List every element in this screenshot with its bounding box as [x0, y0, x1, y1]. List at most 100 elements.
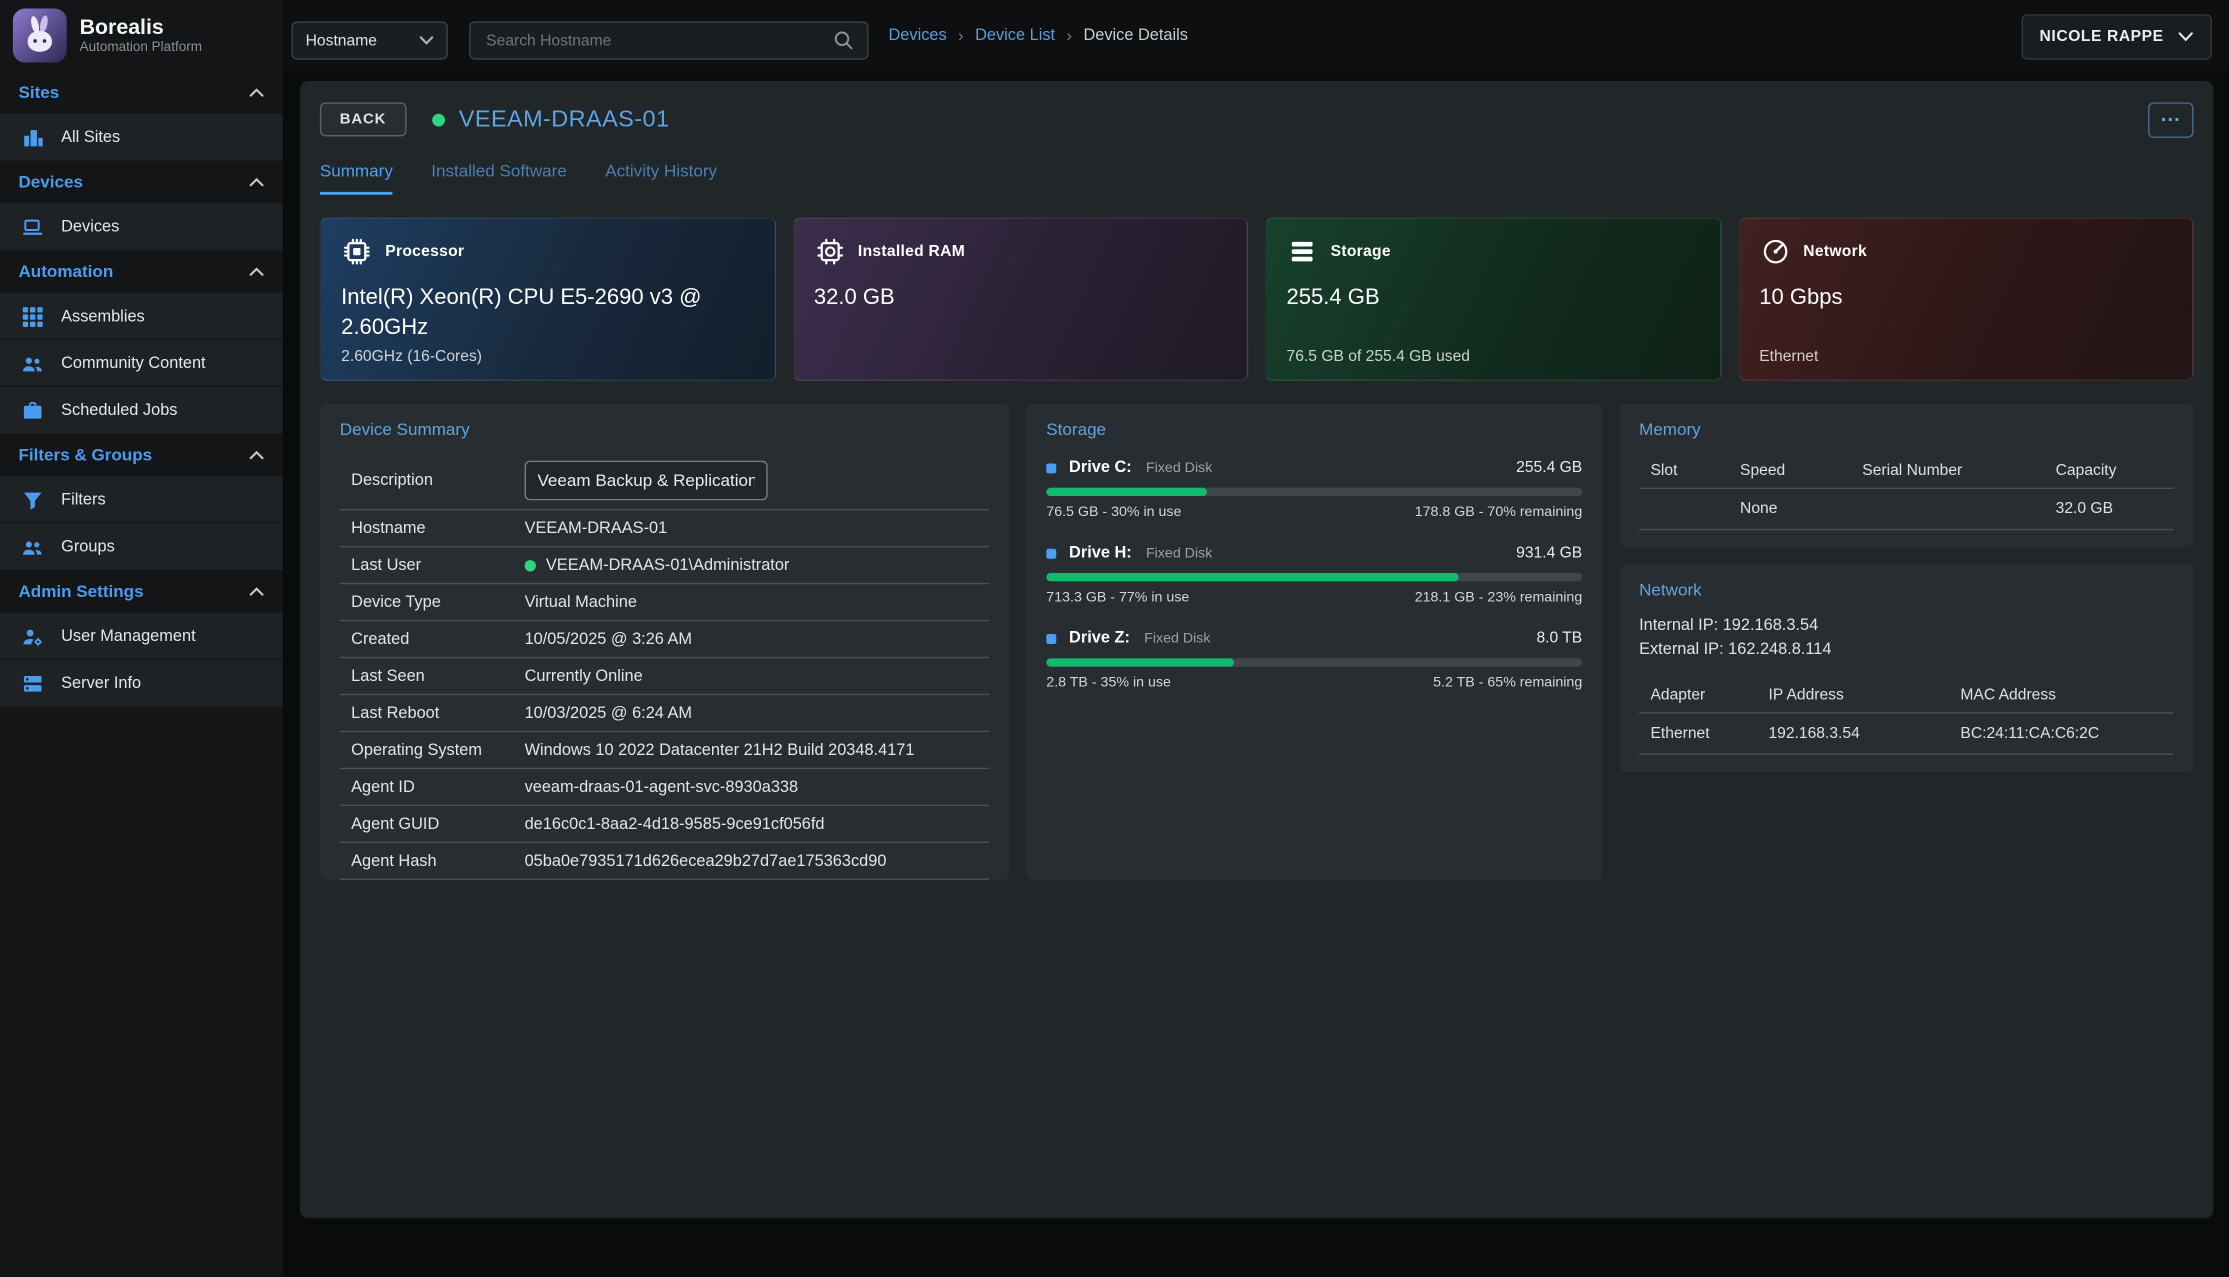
memory-table-row: None 32.0 GB: [1639, 489, 2174, 530]
drive-remaining-text: 5.2 TB - 65% remaining: [1433, 675, 1582, 691]
column-header: Adapter: [1650, 687, 1768, 704]
drive-type: Fixed Disk: [1146, 545, 1212, 561]
description-input[interactable]: [525, 460, 768, 500]
tab-summary[interactable]: Summary: [320, 161, 393, 195]
chevron-up-icon: [249, 176, 265, 187]
sidebar-item-label: Scheduled Jobs: [61, 402, 177, 419]
buildings-icon: [21, 126, 44, 149]
stat-label: Processor: [385, 243, 464, 260]
row-label: Last Seen: [351, 667, 524, 684]
tab-activity-history[interactable]: Activity History: [605, 161, 717, 195]
sidebar-item-groups[interactable]: Groups: [0, 523, 283, 570]
drive-used-text: 2.8 TB - 35% in use: [1046, 675, 1171, 691]
dropdown-value: Hostname: [306, 32, 377, 49]
drive-usage-bar: [1046, 573, 1582, 582]
section-label: Admin Settings: [18, 581, 143, 601]
summary-row-operating-system: Operating System Windows 10 2022 Datacen…: [340, 732, 990, 769]
people-icon: [21, 352, 44, 375]
right-column: Memory Slot Speed Serial Number Capacity…: [1619, 404, 2193, 773]
sidebar-item-devices[interactable]: Devices: [0, 203, 283, 250]
network-table: Adapter IP Address MAC Address Ethernet …: [1639, 679, 2174, 756]
column-header: Slot: [1650, 462, 1740, 479]
sidebar-item-label: User Management: [61, 628, 195, 645]
summary-row-agent-id: Agent ID veeam-draas-01-agent-svc-8930a3…: [340, 769, 990, 806]
sidebar-item-server-info[interactable]: Server Info: [0, 660, 283, 707]
cpu-icon: [341, 236, 372, 267]
brand-text: Borealis Automation Platform: [80, 15, 202, 55]
summary-row-device-type: Device Type Virtual Machine: [340, 584, 990, 621]
column-header: Serial Number: [1862, 462, 2055, 479]
back-button[interactable]: BACK: [320, 102, 406, 136]
search-icon[interactable]: [833, 30, 854, 51]
network-card: Network Internal IP: 192.168.3.54 Extern…: [1619, 564, 2193, 772]
drive-usage-fill: [1046, 488, 1207, 497]
drive-z: Drive Z: Fixed Disk 8.0 TB 2.8 TB - 35% …: [1046, 630, 1582, 691]
row-label: Created: [351, 630, 524, 647]
stat-value: 255.4 GB: [1287, 284, 1671, 314]
device-summary-card: Device Summary Description Hostname VEEA…: [320, 404, 1009, 880]
drive-usage-bar: [1046, 658, 1582, 667]
sidebar-item-scheduled-jobs[interactable]: Scheduled Jobs: [0, 387, 283, 434]
row-label: Agent Hash: [351, 852, 524, 869]
brand: Borealis Automation Platform: [0, 0, 283, 71]
drive-type: Fixed Disk: [1146, 460, 1212, 476]
filter-icon: [21, 488, 44, 511]
row-value: 05ba0e7935171d626ecea29b27d7ae175363cd90: [525, 852, 978, 869]
sidebar-item-label: Server Info: [61, 675, 141, 692]
briefcase-icon: [21, 399, 44, 422]
detail-panels: Device Summary Description Hostname VEEA…: [320, 404, 2194, 880]
row-label: Last Reboot: [351, 704, 524, 721]
row-value: VEEAM-DRAAS-01: [525, 520, 978, 537]
sidebar-section-admin-settings[interactable]: Admin Settings: [0, 570, 283, 613]
stat-card-processor: Processor Intel(R) Xeon(R) CPU E5-2690 v…: [320, 218, 776, 381]
app-root: Borealis Automation Platform Sites All S…: [0, 0, 2229, 1277]
drive-usage-fill: [1046, 573, 1459, 582]
brand-subtitle: Automation Platform: [80, 40, 202, 56]
hostname-filter-dropdown[interactable]: Hostname: [291, 21, 447, 59]
sidebar-item-assemblies[interactable]: Assemblies: [0, 293, 283, 340]
sidebar-section-devices[interactable]: Devices: [0, 161, 283, 204]
drive-list: Drive C: Fixed Disk 255.4 GB 76.5 GB - 3…: [1046, 459, 1582, 691]
sidebar-item-community-content[interactable]: Community Content: [0, 340, 283, 387]
breadcrumb: Devices › Device List › Device Details: [889, 0, 1188, 71]
sidebar-section-automation[interactable]: Automation: [0, 250, 283, 293]
laptop-icon: [21, 215, 44, 238]
sidebar-section-filters-groups[interactable]: Filters & Groups: [0, 434, 283, 477]
sidebar-item-filters[interactable]: Filters: [0, 476, 283, 523]
drive-usage-fill: [1046, 658, 1234, 667]
ip-addresses: Internal IP: 192.168.3.54 External IP: 1…: [1639, 614, 2174, 661]
drive-c: Drive C: Fixed Disk 255.4 GB 76.5 GB - 3…: [1046, 459, 1582, 520]
summary-row-last-seen: Last Seen Currently Online: [340, 658, 990, 695]
column-header: Speed: [1740, 462, 1862, 479]
drive-remaining-text: 218.1 GB - 23% remaining: [1415, 590, 1583, 606]
tab-installed-software[interactable]: Installed Software: [431, 161, 567, 195]
summary-row-last-user: Last User VEEAM-DRAAS-01\Administrator: [340, 547, 990, 584]
more-options-button[interactable]: ···: [2148, 102, 2193, 138]
search-input[interactable]: [483, 31, 833, 51]
row-label: Device Type: [351, 594, 524, 611]
breadcrumb-link-device-list[interactable]: Device List: [975, 27, 1055, 44]
row-label: Hostname: [351, 520, 524, 537]
chevron-up-icon: [249, 586, 265, 597]
server-icon: [21, 672, 44, 695]
column-header: Capacity: [2056, 462, 2163, 479]
chevron-down-icon: [2178, 31, 2194, 42]
user-menu-button[interactable]: NICOLE RAPPE: [2021, 14, 2212, 59]
sidebar-item-label: Community Content: [61, 355, 205, 372]
card-title: Network: [1619, 564, 2193, 600]
drive-size: 8.0 TB: [1536, 630, 1582, 647]
drive-bullet-icon: [1046, 463, 1056, 473]
sidebar-item-all-sites[interactable]: All Sites: [0, 114, 283, 161]
sidebar-section-sites[interactable]: Sites: [0, 71, 283, 114]
drive-used-text: 76.5 GB - 30% in use: [1046, 505, 1181, 521]
breadcrumb-link-devices[interactable]: Devices: [889, 27, 947, 44]
cell-slot: [1650, 500, 1740, 517]
sidebar: Borealis Automation Platform Sites All S…: [0, 0, 283, 1277]
drive-bullet-icon: [1046, 548, 1056, 558]
sidebar-item-user-management[interactable]: User Management: [0, 613, 283, 660]
row-value: 10/05/2025 @ 3:26 AM: [525, 630, 978, 647]
summary-row-last-reboot: Last Reboot 10/03/2025 @ 6:24 AM: [340, 695, 990, 732]
row-label: Agent ID: [351, 778, 524, 795]
row-label: Agent GUID: [351, 815, 524, 832]
memory-table: Slot Speed Serial Number Capacity None 3…: [1639, 453, 2174, 530]
